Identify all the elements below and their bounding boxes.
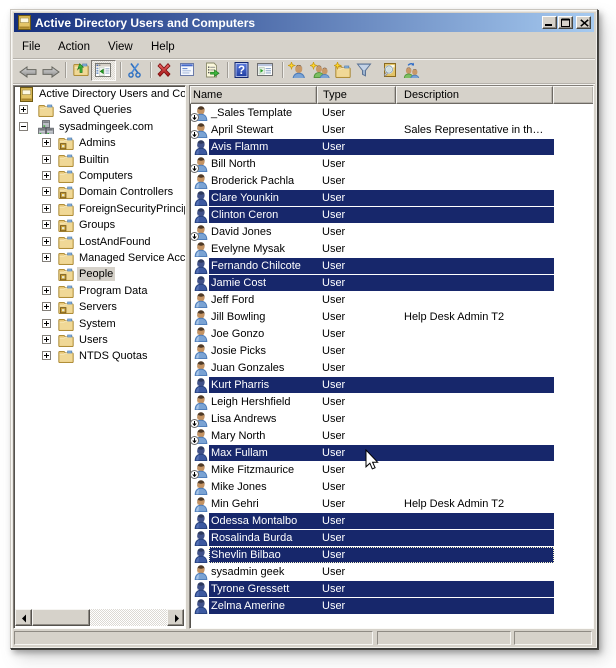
svg-text:?: ? (238, 65, 245, 77)
